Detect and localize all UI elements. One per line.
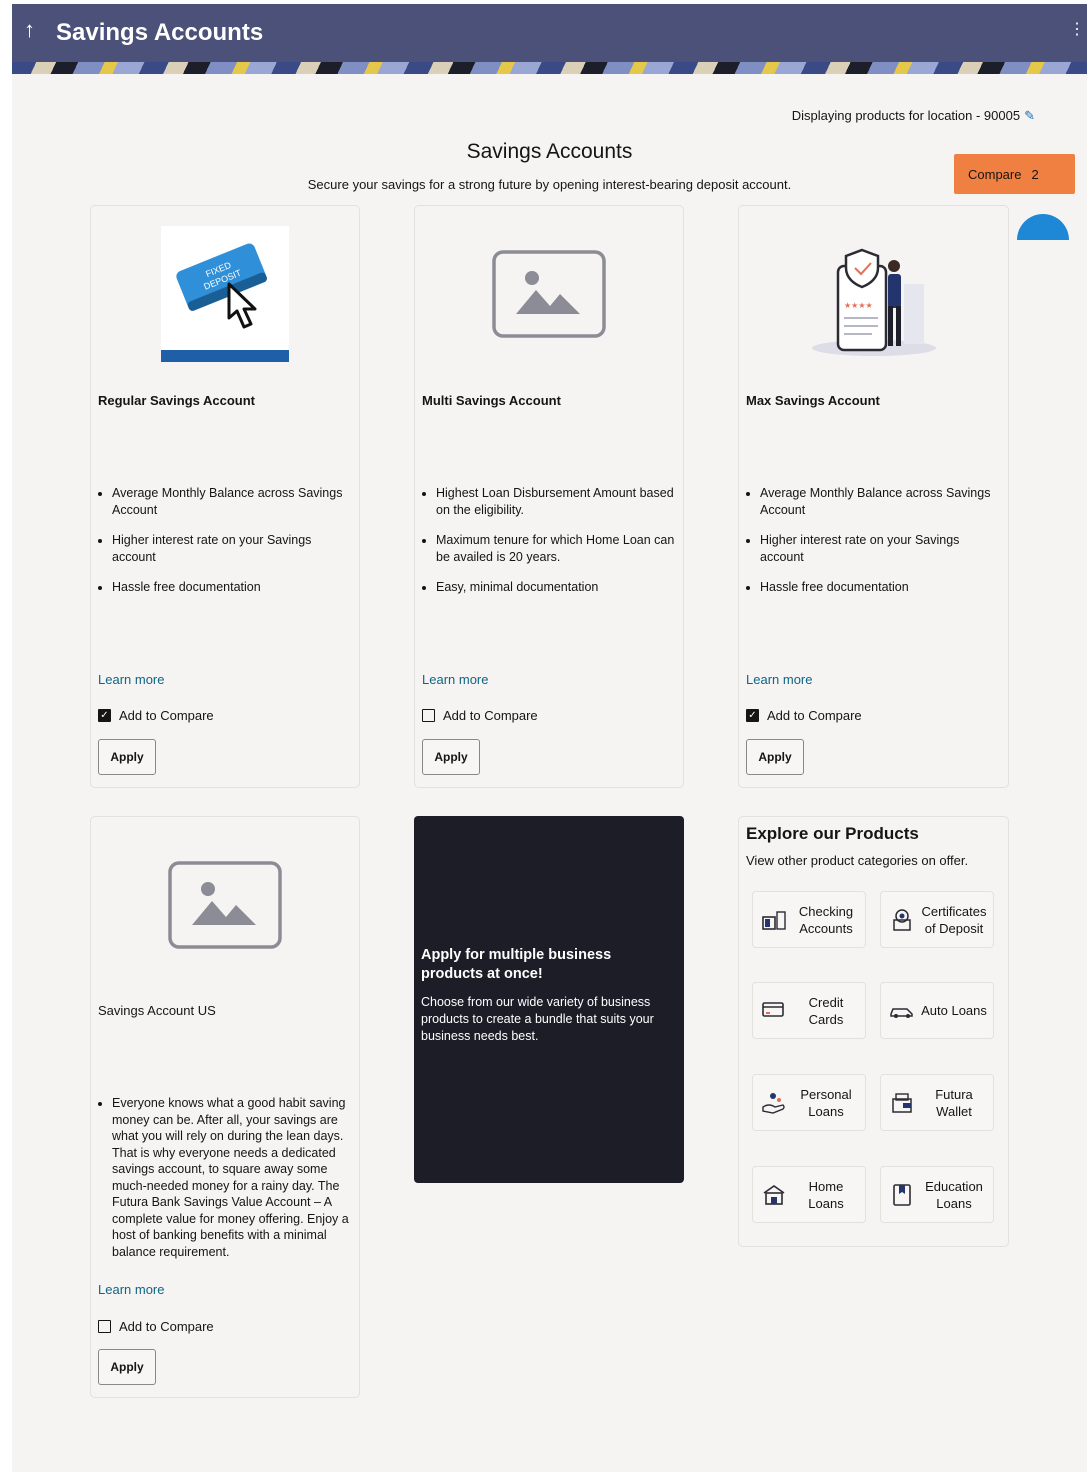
promo-heading: Apply for multiple business products at … <box>421 947 612 982</box>
feature-item: Higher interest rate on your Savings acc… <box>112 532 353 565</box>
checkbox-checked-icon[interactable]: ✓ <box>746 709 759 722</box>
feature-item: Hassle free documentation <box>112 579 353 596</box>
tile-label: Checking Accounts <box>798 903 854 936</box>
header-banner-pattern <box>12 62 1087 74</box>
compare-label: Compare <box>968 166 1022 182</box>
location-info: Displaying products for location - 90005… <box>792 108 1035 124</box>
page-subtitle: Secure your savings for a strong future … <box>307 177 792 192</box>
fixed-deposit-photo: FIXED DEPOSIT <box>161 226 289 362</box>
tile-certificates-of-deposit[interactable]: Certificates of Deposit <box>880 891 994 948</box>
add-to-compare-label: Add to Compare <box>767 708 862 723</box>
feature-item: Everyone knows what a good habit saving … <box>112 1095 353 1260</box>
product-image <box>91 861 359 949</box>
tile-checking-accounts[interactable]: Checking Accounts <box>752 891 866 948</box>
explore-subheading: View other product categories on offer. <box>746 853 969 868</box>
add-to-compare-checkbox[interactable]: ✓ Add to Compare <box>746 708 862 723</box>
learn-more-link[interactable]: Learn more <box>746 672 812 687</box>
product-card-regular-savings: FIXED DEPOSIT Regular Savings Account Av… <box>90 205 360 788</box>
floating-action-button[interactable] <box>1017 214 1069 240</box>
promo-text: Choose from our wide variety of business… <box>421 995 654 1043</box>
product-name: Max Savings Account <box>746 393 880 408</box>
product-name: Multi Savings Account <box>422 393 561 408</box>
feature-item: Hassle free documentation <box>760 579 1002 596</box>
product-card-savings-us: Savings Account US Everyone knows what a… <box>90 816 360 1398</box>
add-to-compare-label: Add to Compare <box>119 708 214 723</box>
business-bundle-promo[interactable]: Apply for multiple business products at … <box>414 816 684 1183</box>
checkbox-unchecked-icon[interactable] <box>422 709 435 722</box>
feature-list: Everyone knows what a good habit saving … <box>98 1095 353 1260</box>
feature-item: Average Monthly Balance across Savings A… <box>112 485 353 518</box>
checking-icon <box>757 909 791 931</box>
product-card-multi-savings: Multi Savings Account Highest Loan Disbu… <box>414 205 684 788</box>
tile-credit-cards[interactable]: Credit Cards <box>752 982 866 1039</box>
product-name: Regular Savings Account <box>98 393 255 408</box>
feature-item: Maximum tenure for which Home Loan can b… <box>436 532 677 565</box>
add-to-compare-label: Add to Compare <box>443 708 538 723</box>
feature-item: Easy, minimal documentation <box>436 579 677 596</box>
tile-label: Education Loans <box>925 1178 983 1211</box>
certificate-deposit-icon <box>885 908 919 932</box>
product-image: ★★★★ <box>739 244 1008 356</box>
car-icon <box>885 1003 919 1019</box>
apply-button[interactable]: Apply <box>98 739 156 775</box>
checkbox-unchecked-icon[interactable] <box>98 1320 111 1333</box>
tile-auto-loans[interactable]: Auto Loans <box>880 982 994 1039</box>
tile-label: Auto Loans <box>921 1003 987 1018</box>
explore-products-panel: Explore our Products View other product … <box>738 816 1009 1247</box>
tile-label: Certificates of Deposit <box>921 903 987 936</box>
back-arrow-icon[interactable]: ↑ <box>24 18 35 42</box>
compare-count: 2 <box>1031 166 1039 182</box>
location-label: Displaying products for location - 90005 <box>791 108 1021 123</box>
personal-loan-icon <box>757 1091 791 1115</box>
checkbox-checked-icon[interactable]: ✓ <box>98 709 111 722</box>
compare-button[interactable]: Compare 2 <box>954 154 1075 194</box>
tile-home-loans[interactable]: Home Loans <box>752 1166 866 1223</box>
product-image <box>415 250 683 338</box>
book-icon <box>885 1183 919 1207</box>
wallet-icon <box>885 1092 919 1114</box>
learn-more-link[interactable]: Learn more <box>98 672 164 687</box>
apply-button[interactable]: Apply <box>746 739 804 775</box>
credit-card-icon <box>757 1001 791 1021</box>
feature-list: Average Monthly Balance across Savings A… <box>98 485 353 610</box>
more-options-icon[interactable]: ⋮ <box>1069 22 1085 38</box>
product-name: Savings Account US <box>98 1003 216 1018</box>
tile-label: Credit Cards <box>808 994 844 1027</box>
add-to-compare-label: Add to Compare <box>119 1319 214 1334</box>
image-placeholder-icon <box>168 861 282 949</box>
tile-label: Home Loans <box>808 1178 844 1211</box>
feature-item: Average Monthly Balance across Savings A… <box>760 485 1002 518</box>
apply-button[interactable]: Apply <box>98 1349 156 1385</box>
app-header: ↑ Savings Accounts ⋮ <box>12 4 1087 62</box>
image-placeholder-icon <box>492 250 606 338</box>
tile-personal-loans[interactable]: Personal Loans <box>752 1074 866 1131</box>
add-to-compare-checkbox[interactable]: Add to Compare <box>98 1319 214 1334</box>
feature-item: Highest Loan Disbursement Amount based o… <box>436 485 677 518</box>
home-icon <box>757 1184 791 1206</box>
learn-more-link[interactable]: Learn more <box>98 1282 164 1297</box>
secure-phone-illustration: ★★★★ <box>811 248 936 356</box>
product-image: FIXED DEPOSIT <box>91 226 359 362</box>
apply-button[interactable]: Apply <box>422 739 480 775</box>
feature-list: Highest Loan Disbursement Amount based o… <box>422 485 677 610</box>
product-card-max-savings: ★★★★ Max Savings Account Average Monthly… <box>738 205 1009 788</box>
header-title: Savings Accounts <box>56 19 264 46</box>
tile-education-loans[interactable]: Education Loans <box>880 1166 994 1223</box>
page-title: Savings Accounts <box>466 140 633 163</box>
feature-list: Average Monthly Balance across Savings A… <box>746 485 1002 610</box>
add-to-compare-checkbox[interactable]: ✓ Add to Compare <box>98 708 214 723</box>
app-frame: ↑ Savings Accounts ⋮ Displaying products… <box>12 4 1087 1472</box>
edit-location-icon[interactable]: ✎ <box>1024 108 1035 123</box>
learn-more-link[interactable]: Learn more <box>422 672 488 687</box>
explore-heading: Explore our Products <box>746 824 919 843</box>
feature-item: Higher interest rate on your Savings acc… <box>760 532 1002 565</box>
svg-text:★★★★: ★★★★ <box>844 301 873 310</box>
add-to-compare-checkbox[interactable]: Add to Compare <box>422 708 538 723</box>
tile-label: Personal Loans <box>800 1086 852 1119</box>
tile-futura-wallet[interactable]: Futura Wallet <box>880 1074 994 1131</box>
tile-label: Futura Wallet <box>935 1086 973 1119</box>
